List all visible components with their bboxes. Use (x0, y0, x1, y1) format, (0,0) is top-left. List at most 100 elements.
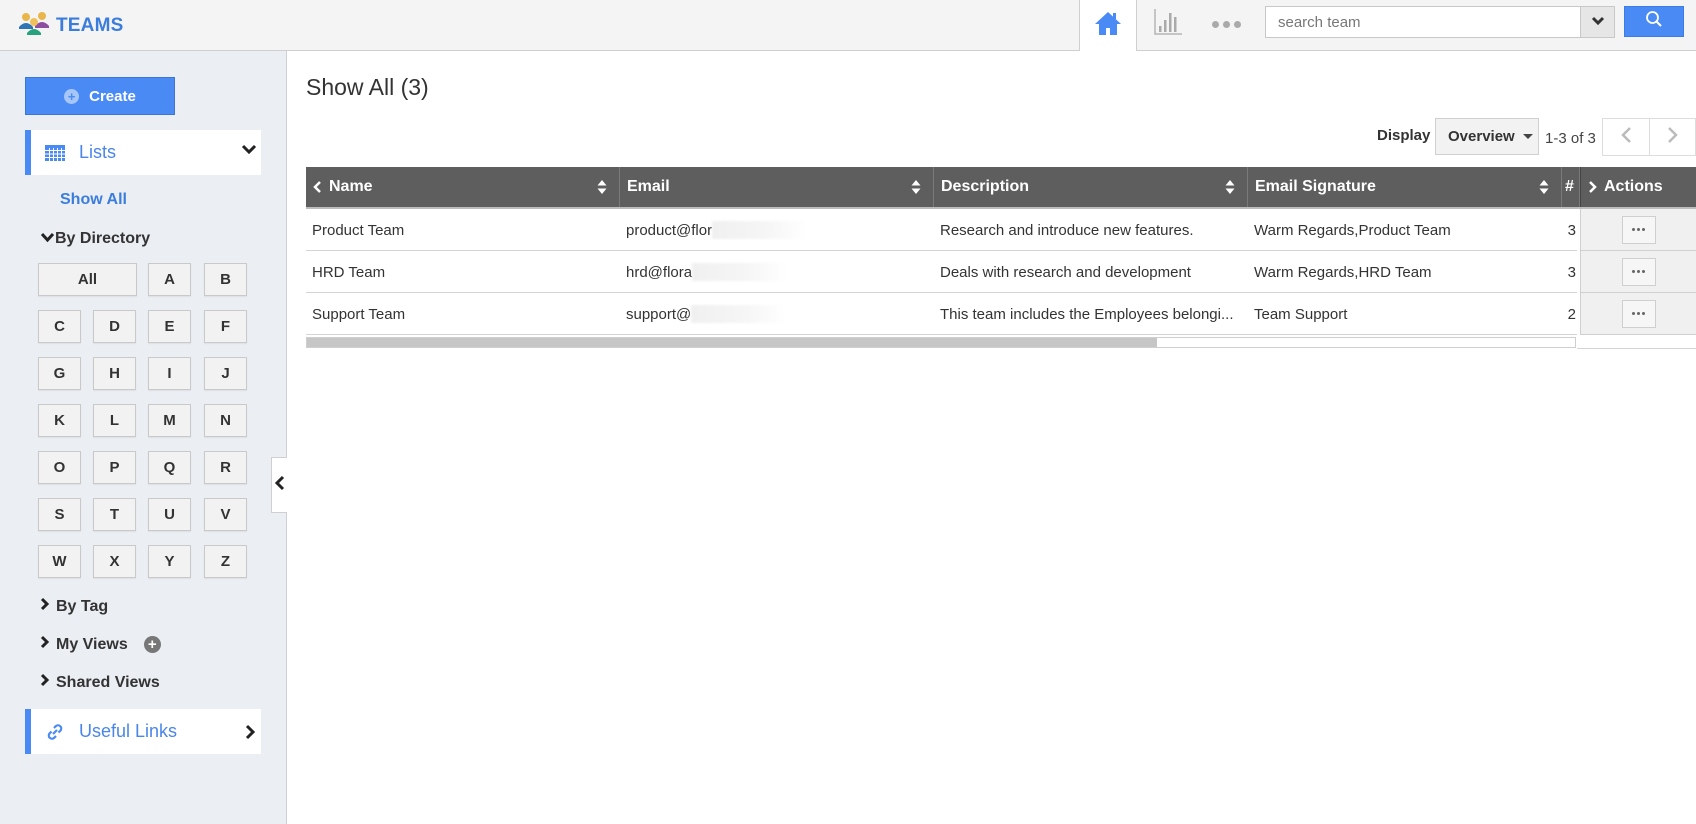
directory-letter-button[interactable]: C (38, 310, 81, 343)
shared-views-label: Shared Views (56, 673, 160, 691)
directory-letter-button[interactable]: I (148, 357, 191, 390)
cell-name: HRD Team (312, 263, 386, 281)
search-input[interactable] (1266, 7, 1581, 37)
table-row[interactable]: Support Team support@ This team includes… (306, 293, 1577, 335)
by-directory-toggle[interactable]: By Directory (40, 230, 150, 248)
app-brand[interactable]: TEAMS (18, 10, 124, 41)
directory-letter-button[interactable]: R (204, 451, 247, 484)
display-label: Display (1377, 127, 1431, 144)
horizontal-scrollbar[interactable] (306, 337, 1576, 348)
sort-icon[interactable] (597, 179, 607, 195)
directory-letter-button[interactable]: F (204, 310, 247, 343)
sort-icon[interactable] (1225, 179, 1235, 195)
more-dots-icon (1632, 228, 1635, 231)
chevron-right-icon (40, 597, 50, 616)
directory-letter-button[interactable]: E (148, 310, 191, 343)
home-icon (1094, 10, 1122, 41)
row-actions-button[interactable] (1621, 299, 1656, 328)
useful-links-panel-header[interactable]: Useful Links (25, 709, 261, 754)
scrollbar-thumb[interactable] (307, 338, 1157, 347)
row-actions-button[interactable] (1621, 215, 1656, 244)
email-text: support@ (626, 305, 692, 323)
directory-letter-button[interactable]: X (93, 545, 136, 578)
cell-email: support@ (626, 293, 926, 335)
prev-page-button[interactable] (1603, 119, 1649, 155)
chevron-down-icon (1591, 13, 1605, 31)
cell-description: Deals with research and development (940, 263, 1191, 281)
directory-letter-button[interactable]: N (204, 404, 247, 437)
directory-letter-button[interactable]: Y (148, 545, 191, 578)
cell-description: Research and introduce new features. (940, 221, 1194, 239)
show-all-link[interactable]: Show All (60, 191, 127, 209)
chevron-right-icon (1667, 126, 1679, 149)
directory-letter-button[interactable]: S (38, 498, 81, 531)
page-title: Show All (3) (306, 74, 429, 100)
column-label: Name (329, 178, 373, 195)
directory-letter-button[interactable]: U (148, 498, 191, 531)
display-value: Overview (1448, 128, 1515, 145)
cell-email-signature: Warm Regards,Product Team (1254, 221, 1451, 239)
cell-count: 2 (1567, 305, 1576, 323)
directory-letter-button[interactable]: G (38, 357, 81, 390)
shared-views-toggle[interactable]: Shared Views (40, 673, 160, 692)
directory-letter-button[interactable]: Z (204, 545, 247, 578)
create-button[interactable]: + Create (25, 77, 175, 115)
column-header-count[interactable]: # (1562, 167, 1580, 207)
chevron-left-icon[interactable] (313, 180, 322, 194)
my-views-toggle[interactable]: My Views + (40, 635, 161, 654)
cell-email-signature: Team Support (1254, 305, 1348, 323)
sort-icon[interactable] (911, 179, 921, 195)
email-text: hrd@flora (626, 263, 693, 281)
directory-letter-button[interactable]: K (38, 404, 81, 437)
directory-letter-button[interactable]: D (93, 310, 136, 343)
chevron-left-icon (1620, 126, 1632, 149)
add-view-icon[interactable]: + (143, 636, 161, 653)
column-header-description[interactable]: Description (934, 167, 1248, 207)
display-select[interactable]: Overview (1435, 118, 1539, 155)
cell-email: hrd@flora (626, 251, 926, 293)
directory-letter-button[interactable]: P (93, 451, 136, 484)
next-page-button[interactable] (1649, 119, 1695, 155)
directory-letter-button[interactable]: T (93, 498, 136, 531)
collapse-sidebar-button[interactable] (271, 457, 287, 513)
directory-letter-button[interactable]: W (38, 545, 81, 578)
search-button[interactable] (1624, 6, 1684, 37)
more-nav-button[interactable] (1206, 10, 1246, 38)
by-directory-label: By Directory (55, 230, 151, 247)
sort-icon[interactable] (1539, 179, 1549, 195)
table-row[interactable]: HRD Team hrd@flora Deals with research a… (306, 251, 1577, 293)
bar-chart-icon (1153, 8, 1183, 41)
chevron-right-icon[interactable] (1588, 180, 1597, 194)
chevron-right-icon (245, 724, 256, 745)
directory-all-button[interactable]: All (38, 263, 137, 296)
column-header-email[interactable]: Email (620, 167, 934, 207)
by-tag-toggle[interactable]: By Tag (40, 597, 108, 616)
lists-panel-header[interactable]: Lists (25, 130, 261, 175)
search-dropdown-button[interactable] (1581, 6, 1615, 38)
more-dots-icon (1632, 270, 1635, 273)
app-title: TEAMS (56, 14, 124, 36)
directory-letter-button[interactable]: H (93, 357, 136, 390)
column-header-email-signature[interactable]: Email Signature (1248, 167, 1562, 207)
directory-letter-button[interactable]: L (93, 404, 136, 437)
cell-count: 3 (1567, 221, 1576, 239)
reports-nav-button[interactable] (1148, 6, 1188, 42)
column-header-name[interactable]: Name (306, 167, 620, 207)
directory-letter-button[interactable]: M (148, 404, 191, 437)
directory-letter-button[interactable]: V (204, 498, 247, 531)
cell-name: Support Team (312, 305, 406, 323)
column-header-actions[interactable]: Actions (1580, 167, 1696, 207)
home-nav-button[interactable] (1079, 0, 1137, 51)
redacted-blur (712, 221, 808, 239)
directory-letter-button[interactable]: A (148, 263, 191, 296)
directory-letter-button[interactable]: Q (148, 451, 191, 484)
cell-description: This team includes the Employees belongi… (940, 305, 1234, 323)
table-row[interactable]: Product Team product@flor Research and i… (306, 209, 1577, 251)
by-tag-label: By Tag (56, 597, 109, 615)
directory-letter-button[interactable]: B (204, 263, 247, 296)
row-actions-button[interactable] (1621, 257, 1656, 286)
directory-letter-button[interactable]: O (38, 451, 81, 484)
directory-letter-button[interactable]: J (204, 357, 247, 390)
more-dots-icon (1211, 20, 1219, 28)
redacted-blur (692, 263, 788, 281)
